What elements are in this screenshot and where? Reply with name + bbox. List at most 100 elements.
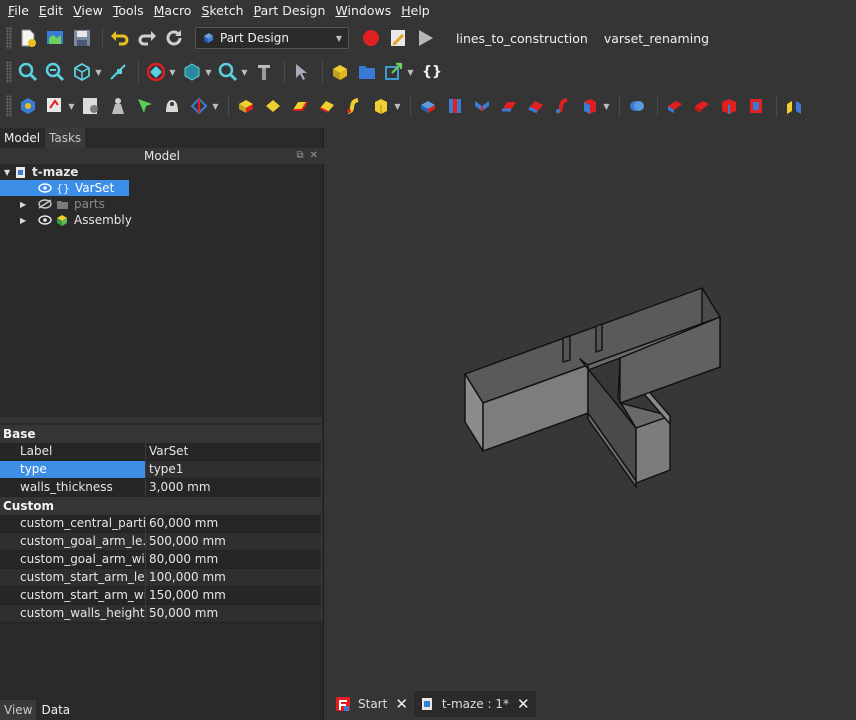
measure-button[interactable]: [106, 60, 130, 84]
workbench-selector[interactable]: Part Design ▼: [195, 27, 349, 49]
draw-style-button[interactable]: [144, 60, 168, 84]
property-value[interactable]: 50,000 mm: [146, 605, 322, 623]
close-icon[interactable]: ✕: [517, 695, 530, 713]
menu-tools[interactable]: Tools: [109, 0, 148, 22]
subtractive-primitive-button[interactable]: [578, 94, 602, 118]
property-row-goal-arm-length[interactable]: custom_goal_arm_le... 500,000 mm: [0, 533, 322, 551]
menu-part-design[interactable]: Part Design: [250, 0, 330, 22]
property-value[interactable]: 80,000 mm: [146, 551, 322, 569]
eye-icon[interactable]: [38, 215, 52, 225]
toolbar-grip[interactable]: [6, 27, 12, 49]
open-document-button[interactable]: [43, 26, 67, 50]
chevron-down-icon[interactable]: ▼: [168, 61, 177, 83]
3d-viewport[interactable]: [330, 128, 856, 686]
shape-binder-button[interactable]: [106, 94, 130, 118]
new-document-button[interactable]: [16, 26, 40, 50]
eye-hidden-icon[interactable]: [38, 199, 52, 209]
macro-lines-to-construction[interactable]: lines_to_construction: [456, 31, 588, 46]
isometric-view-button[interactable]: [70, 60, 94, 84]
record-macro-button[interactable]: [359, 26, 383, 50]
tree-item-assembly[interactable]: ▶ Assembly: [20, 212, 132, 228]
redo-button[interactable]: [135, 26, 159, 50]
doc-tab-t-maze[interactable]: t-maze : 1* ✕: [413, 691, 536, 717]
revolution-button[interactable]: [261, 94, 285, 118]
create-body-button[interactable]: [16, 94, 40, 118]
subtractive-helix-button[interactable]: [551, 94, 575, 118]
tree-item-varset[interactable]: {} VarSet: [0, 180, 129, 196]
pipe-button[interactable]: [315, 94, 339, 118]
clone-button[interactable]: [160, 94, 184, 118]
menu-view[interactable]: View: [69, 0, 107, 22]
float-panel-icon[interactable]: ⧉: [296, 148, 303, 164]
property-row-type[interactable]: type type1: [0, 461, 322, 479]
menu-edit[interactable]: Edit: [35, 0, 67, 22]
chevron-down-icon[interactable]: ▼: [393, 95, 402, 117]
fillet-button[interactable]: [663, 94, 687, 118]
hole-button[interactable]: [443, 94, 467, 118]
clipping-button[interactable]: [252, 60, 276, 84]
tab-data[interactable]: Data: [37, 700, 76, 720]
menu-file[interactable]: File: [4, 0, 33, 22]
pocket-button[interactable]: [416, 94, 440, 118]
chevron-down-icon[interactable]: ▼: [67, 95, 76, 117]
macros-button[interactable]: [386, 26, 410, 50]
menu-macro[interactable]: Macro: [150, 0, 196, 22]
datum-button[interactable]: [187, 94, 211, 118]
create-group-button[interactable]: [355, 60, 379, 84]
chevron-down-icon[interactable]: ▼: [602, 95, 611, 117]
expand-arrow-icon[interactable]: ▶: [20, 200, 30, 209]
property-value[interactable]: 100,000 mm: [146, 569, 322, 587]
macro-varset-renaming[interactable]: varset_renaming: [604, 31, 709, 46]
loft-button[interactable]: [288, 94, 312, 118]
draft-button[interactable]: [717, 94, 741, 118]
tree-item-parts[interactable]: ▶ parts: [20, 196, 105, 212]
link-button[interactable]: [382, 60, 406, 84]
save-document-button[interactable]: [70, 26, 94, 50]
property-row-start-arm-length[interactable]: custom_start_arm_le... 100,000 mm: [0, 569, 322, 587]
groove-button[interactable]: [470, 94, 494, 118]
property-value[interactable]: 500,000 mm: [146, 533, 322, 551]
chevron-down-icon[interactable]: ▼: [204, 61, 213, 83]
toolbar-grip[interactable]: [6, 61, 12, 83]
doc-tab-start[interactable]: Start ✕: [330, 691, 414, 717]
subtractive-loft-button[interactable]: [497, 94, 521, 118]
close-icon[interactable]: ✕: [395, 695, 408, 713]
tree-root[interactable]: ▼ t-maze: [4, 164, 78, 180]
menu-sketch[interactable]: Sketch: [197, 0, 247, 22]
panel-splitter[interactable]: [0, 417, 322, 423]
eye-icon[interactable]: [38, 183, 52, 193]
property-value[interactable]: VarSet: [146, 443, 322, 461]
refresh-button[interactable]: [162, 26, 186, 50]
helix-button[interactable]: [342, 94, 366, 118]
varset-braces-icon[interactable]: {}: [422, 64, 442, 80]
bounding-box-button[interactable]: [180, 60, 204, 84]
chevron-down-icon[interactable]: ▼: [406, 61, 415, 83]
create-part-button[interactable]: [328, 60, 352, 84]
undo-button[interactable]: [108, 26, 132, 50]
subshape-binder-button[interactable]: [133, 94, 157, 118]
pad-button[interactable]: [234, 94, 258, 118]
property-row-central-partition[interactable]: custom_central_parti... 60,000 mm: [0, 515, 322, 533]
property-value[interactable]: 3,000 mm: [146, 479, 322, 497]
chevron-down-icon[interactable]: ▼: [211, 95, 220, 117]
toolbar-grip[interactable]: [6, 95, 12, 117]
tab-tasks[interactable]: Tasks: [45, 128, 87, 148]
menu-help[interactable]: Help: [397, 0, 434, 22]
property-row-start-arm-width[interactable]: custom_start_arm_wi... 150,000 mm: [0, 587, 322, 605]
chamfer-button[interactable]: [690, 94, 714, 118]
chevron-down-icon[interactable]: ▼: [94, 61, 103, 83]
additive-primitive-button[interactable]: [369, 94, 393, 118]
expand-arrow-icon[interactable]: ▼: [4, 168, 14, 177]
expand-arrow-icon[interactable]: ▶: [20, 216, 30, 225]
property-row-label[interactable]: Label VarSet: [0, 443, 322, 461]
fit-all-button[interactable]: [16, 60, 40, 84]
t-maze-model[interactable]: [330, 128, 856, 686]
execute-macro-button[interactable]: [413, 26, 437, 50]
property-group-base[interactable]: Base: [0, 425, 322, 443]
property-value[interactable]: 150,000 mm: [146, 587, 322, 605]
close-panel-icon[interactable]: ✕: [310, 148, 318, 164]
subtractive-pipe-button[interactable]: [524, 94, 548, 118]
property-row-walls-thickness[interactable]: walls_thickness 3,000 mm: [0, 479, 322, 497]
property-value[interactable]: type1: [146, 461, 322, 479]
create-sketch-button[interactable]: [43, 94, 67, 118]
